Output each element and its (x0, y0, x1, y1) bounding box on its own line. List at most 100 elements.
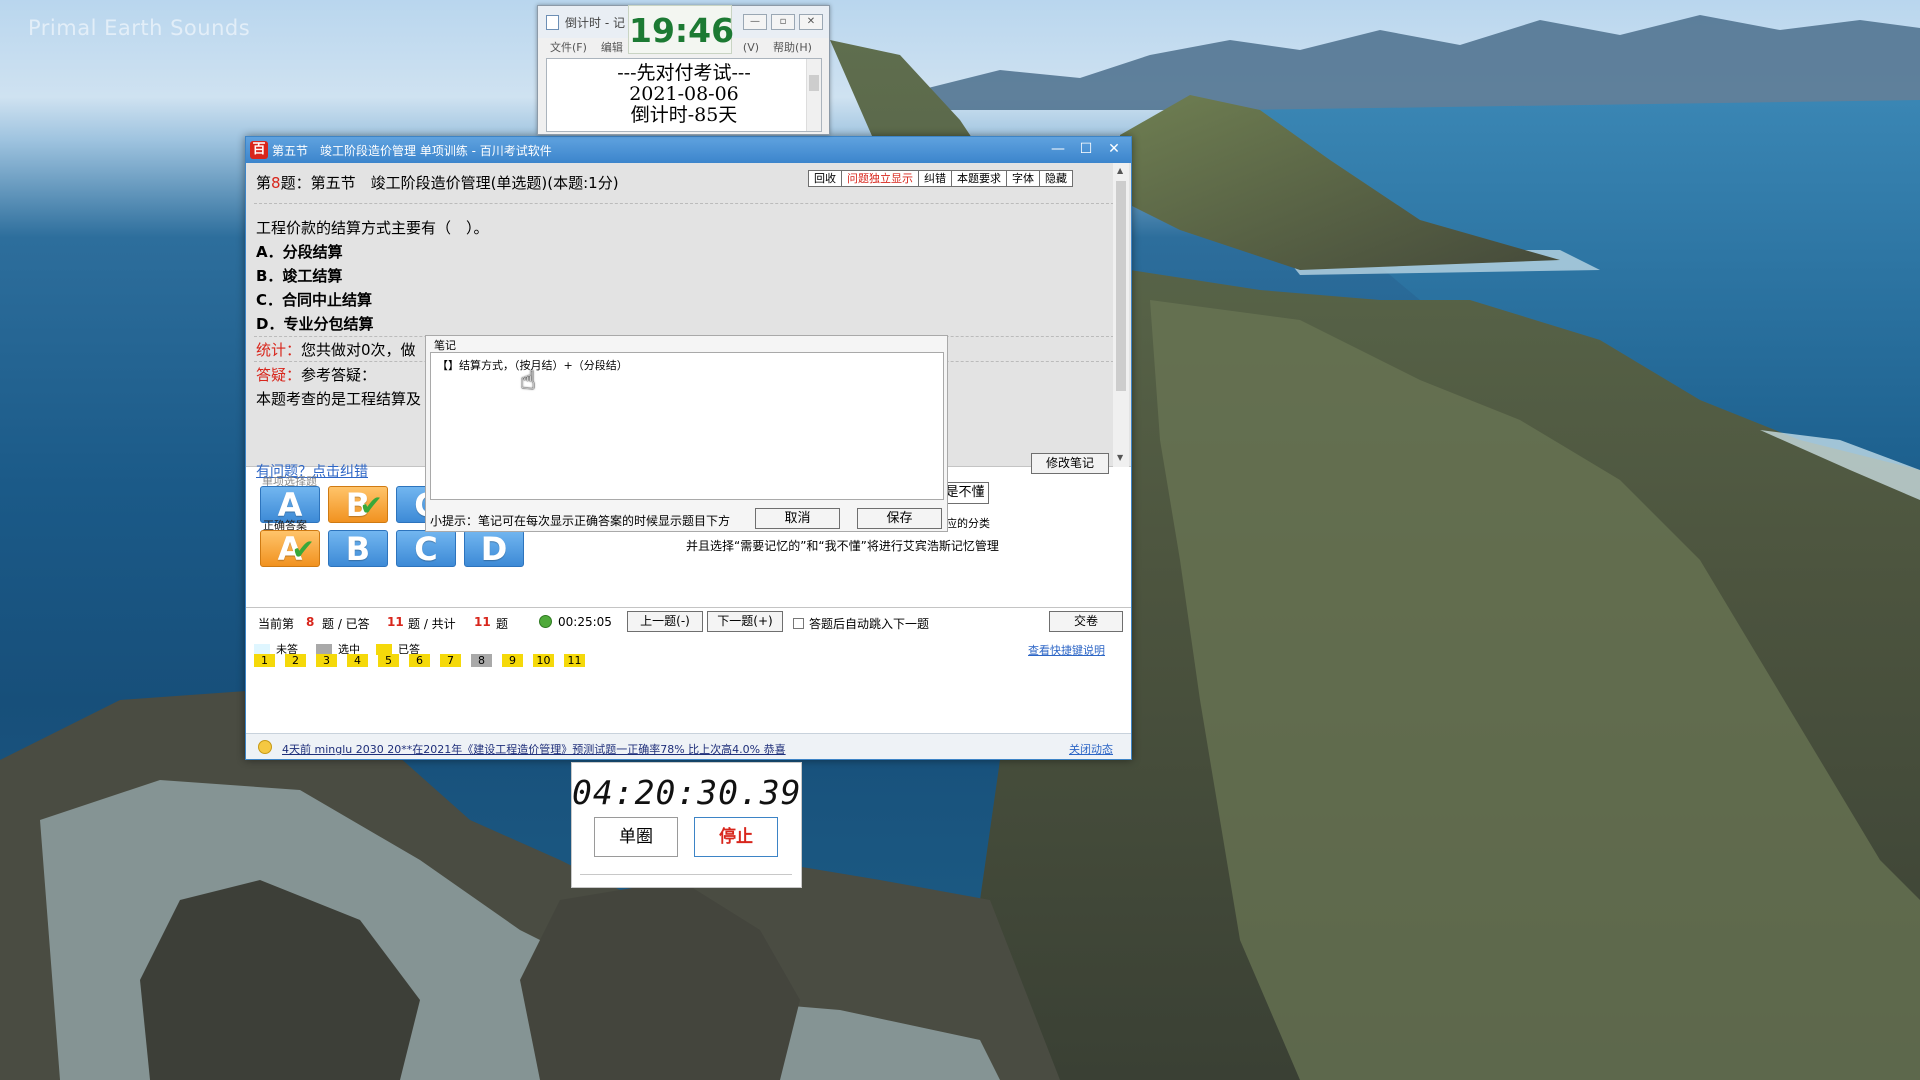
exam-titlebar[interactable]: 百 第五节 竣工阶段造价管理 单项训练 - 百川考试软件 — ☐ ✕ (246, 137, 1131, 163)
grid-cell[interactable]: 7 (440, 654, 461, 667)
correct-c-letter: C (414, 530, 438, 568)
option-d[interactable]: D．专业分包结算 (256, 313, 373, 334)
doubt-text: 参考答疑： (301, 366, 377, 384)
question-header: 第8题：第五节 竣工阶段造价管理(单选题)(本题:1分) (256, 172, 619, 193)
note-text-area[interactable]: 【】结算方式，（按月结）+（分段结） (430, 352, 944, 500)
countdown-text-area[interactable]: ---先对付考试--- 2021-08-06 倒计时-85天 (546, 58, 822, 132)
wallpaper-caption: Primal Earth Sounds (28, 16, 251, 40)
grid-cell[interactable]: 1 (254, 654, 275, 667)
scroll-thumb[interactable] (1116, 181, 1126, 391)
stop-button[interactable]: 停止 (694, 817, 778, 857)
not-understand-button[interactable]: 是不懂 (941, 482, 989, 504)
grid-cell[interactable]: 6 (409, 654, 430, 667)
hand-cursor-icon: ☝ (520, 366, 536, 396)
menu-edit[interactable]: 编辑 (601, 39, 623, 55)
divider (254, 203, 1114, 204)
close-button[interactable]: ✕ (799, 14, 823, 30)
prev-question-button[interactable]: 上一题(-) (627, 611, 703, 632)
tool-recycle-button[interactable]: 回收 (808, 170, 842, 187)
distant-mountains (900, 15, 1920, 110)
legend-swatch (316, 643, 332, 655)
grid-cell-selected[interactable]: 8 (471, 654, 492, 667)
checkmark-icon: ✔ (359, 489, 383, 522)
countdown-line-1: ---先对付考试--- (617, 62, 751, 84)
tool-requirement-button[interactable]: 本题要求 (951, 170, 1007, 187)
correct-a-button: A ✔ (260, 530, 320, 568)
auto-jump-checkbox[interactable] (793, 618, 804, 629)
save-button[interactable]: 保存 (857, 508, 942, 529)
scroll-up-icon[interactable]: ▲ (1117, 166, 1123, 175)
shortcut-help-link[interactable]: 查看快捷键说明 (1028, 642, 1105, 658)
correct-b-letter: B (345, 530, 371, 568)
total-suffix: 题 (496, 617, 509, 631)
grid-cell[interactable]: 9 (502, 654, 523, 667)
minimize-button[interactable]: — (743, 14, 767, 30)
stopwatch-time: 04:20:30.39 (572, 773, 802, 812)
current-label: 当前第 (258, 617, 295, 631)
desktop-clock: 19:46 (628, 5, 734, 54)
lap-button[interactable]: 单圈 (594, 817, 678, 857)
stopwatch-widget[interactable]: 04:20:30.39 单圈 停止 (571, 762, 802, 888)
tool-hide-button[interactable]: 隐藏 (1039, 170, 1073, 187)
doubt-line: 答疑：参考答疑： (256, 364, 376, 385)
note-popup[interactable]: 笔记 【】结算方式，（按月结）+（分段结） 小提示：笔记可在每次显示正确答案的时… (425, 335, 948, 532)
status-bar: 当前第 8 题 / 已答 11 题 / 共计 11 题 00:25:05 上一题… (246, 607, 1131, 633)
memory-hint-text: 并且选择“需要记忆的”和“我不懂”将进行艾宾浩斯记忆管理 (686, 539, 999, 553)
close-news-link[interactable]: 关闭动态 (1069, 741, 1113, 757)
doubt-label: 答疑： (256, 366, 302, 384)
countdown-scrollbar[interactable] (806, 59, 821, 131)
option-b[interactable]: B．竣工结算 (256, 265, 342, 286)
submit-exam-button[interactable]: 交卷 (1049, 611, 1123, 632)
question-stem: 工程价款的结算方式主要有（ ）。 (256, 219, 489, 237)
classify-text: 应的分类 (946, 517, 990, 530)
divider (580, 874, 792, 875)
smiley-icon (258, 740, 272, 754)
news-bar: 4天前 minglu 2030 20**在2021年《建设工程造价管理》预测试题… (246, 733, 1131, 759)
elapsed-time: 00:25:05 (558, 615, 612, 629)
option-a[interactable]: A．分段结算 (256, 241, 343, 262)
question-toolbar: 回收 问题独立显示 纠错 本题要求 字体 隐藏 (808, 170, 1073, 187)
news-link[interactable]: 4天前 minglu 2030 20**在2021年《建设工程造价管理》预测试题… (282, 741, 786, 757)
question-scrollbar[interactable]: ▲ ▼ (1113, 163, 1129, 467)
auto-jump-label: 答题后自动跳入下一题 (809, 617, 930, 631)
grid-cell[interactable]: 3 (316, 654, 337, 667)
tool-standalone-button[interactable]: 问题独立显示 (841, 170, 919, 187)
edit-note-button[interactable]: 修改笔记 (1031, 453, 1109, 474)
question-prefix: 第 (256, 174, 272, 192)
question-grid: 1 2 3 4 5 6 7 8 9 10 11 (254, 654, 585, 667)
menu-help[interactable]: 帮助(H) (773, 39, 812, 55)
grid-cell[interactable]: 10 (533, 654, 554, 667)
correct-d-letter: D (480, 530, 508, 568)
cancel-button[interactable]: 取消 (755, 508, 840, 529)
exam-title: 第五节 竣工阶段造价管理 单项训练 - 百川考试软件 (272, 143, 552, 158)
note-tip: 小提示：笔记可在每次显示正确答案的时候显示题目下方 (430, 514, 731, 528)
checkmark-icon: ✔ (291, 533, 315, 566)
stat-label: 统计： (256, 341, 302, 359)
grid-cell[interactable]: 4 (347, 654, 368, 667)
grid-cell[interactable]: 5 (378, 654, 399, 667)
legend-swatch (376, 643, 392, 655)
legend-swatch (254, 643, 270, 655)
grid-cell[interactable]: 2 (285, 654, 306, 667)
question-number: 8 (271, 174, 281, 192)
next-question-button[interactable]: 下一题(+) (707, 611, 783, 632)
grid-cell[interactable]: 11 (564, 654, 585, 667)
menu-file[interactable]: 文件(F) (550, 39, 587, 55)
menu-view[interactable]: (V) (743, 41, 759, 54)
total-label: 题 / 共计 (408, 617, 456, 631)
maximize-button[interactable]: ▫ (771, 14, 795, 30)
notepad-icon (546, 14, 559, 30)
scroll-down-icon[interactable]: ▼ (1117, 453, 1123, 462)
maximize-icon[interactable]: ☐ (1074, 140, 1098, 158)
answered-number: 11 (387, 615, 404, 629)
tool-font-button[interactable]: 字体 (1006, 170, 1040, 187)
scroll-thumb[interactable] (809, 75, 819, 91)
tool-report-button[interactable]: 纠错 (918, 170, 952, 187)
stat-text: 您共做对0次，做 (301, 341, 416, 359)
close-icon[interactable]: ✕ (1102, 140, 1126, 158)
choice-b-button[interactable]: B ✔ (328, 486, 388, 524)
correct-d-button: D (464, 530, 524, 568)
countdown-title: 倒计时 - 记 (565, 15, 625, 30)
minimize-icon[interactable]: — (1046, 140, 1070, 158)
option-c[interactable]: C．合同中止结算 (256, 289, 372, 310)
